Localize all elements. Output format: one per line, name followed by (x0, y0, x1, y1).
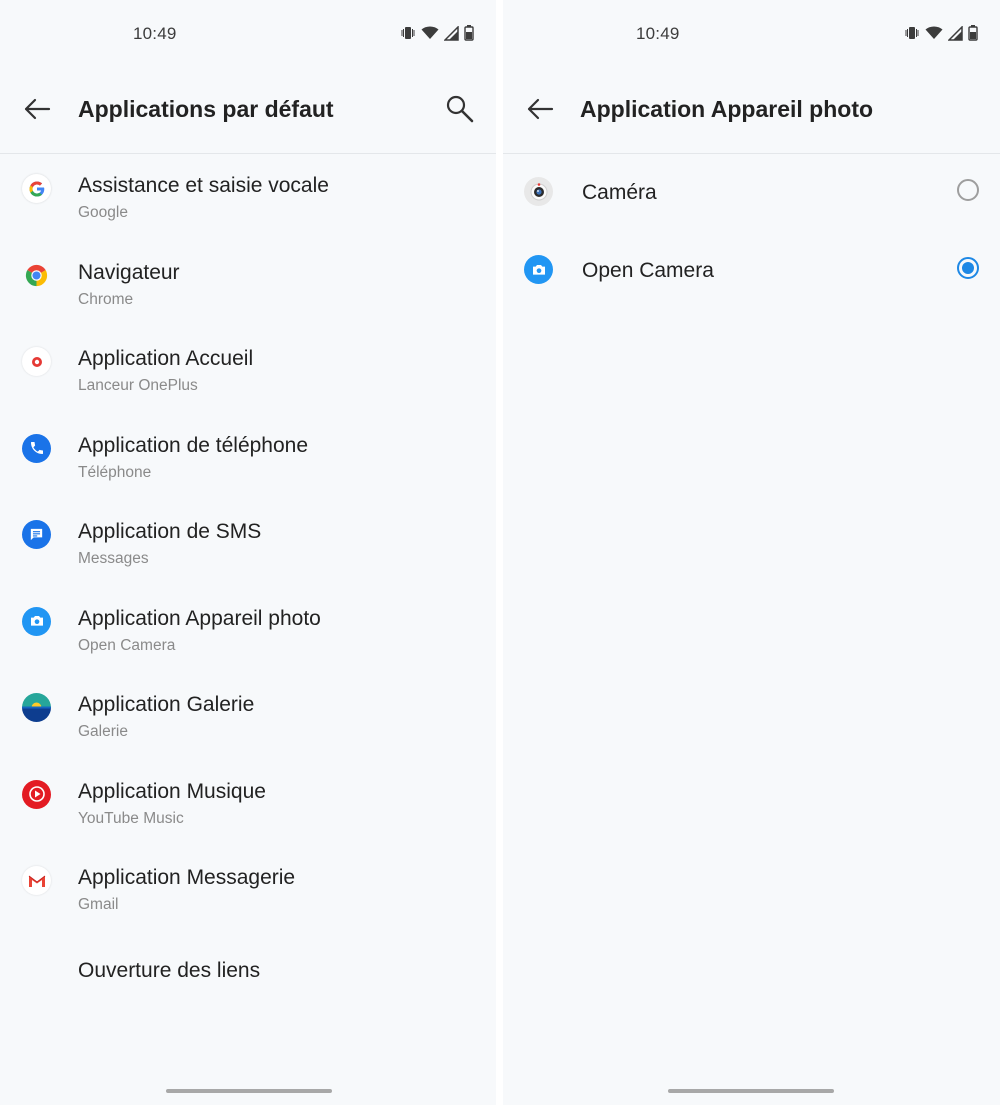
battery-icon (968, 25, 978, 41)
list-item-opening-links[interactable]: Ouverture des liens (0, 933, 496, 1019)
option-label: Caméra (582, 181, 657, 204)
google-icon (22, 174, 51, 203)
battery-icon (464, 25, 474, 41)
radio-button-open-camera[interactable] (957, 257, 979, 279)
list-item-voice-assist[interactable]: Assistance et saisie vocale Google (0, 154, 496, 241)
status-time: 10:49 (636, 24, 680, 43)
oneplus-launcher-icon (22, 347, 51, 376)
signal-icon (948, 25, 963, 41)
gmail-icon (22, 866, 51, 895)
phone-icon (22, 433, 51, 463)
vibrate-icon (904, 25, 920, 41)
wifi-icon (421, 26, 439, 40)
camera-app-screen: 10:49 Application Appareil photo Caméra … (503, 0, 1000, 1105)
gesture-nav-handle[interactable] (166, 1089, 332, 1093)
vibrate-icon (400, 25, 416, 41)
app-bar: Applications par défaut (0, 66, 496, 154)
list-item-title: Ouverture des liens (78, 958, 261, 982)
search-button[interactable] (442, 93, 478, 129)
list-item-title: Navigateur (78, 260, 180, 284)
youtube-music-icon (22, 779, 51, 809)
back-button[interactable] (20, 94, 54, 128)
list-item-sms-app[interactable]: Application de SMS Messages (0, 500, 496, 587)
list-item-title: Application Accueil (78, 347, 254, 370)
gallery-icon (22, 693, 51, 722)
option-label: Open Camera (582, 259, 714, 282)
list-item-subtitle: Téléphone (78, 463, 152, 481)
page-title: Application Appareil photo (580, 96, 874, 122)
list-item-subtitle: Galerie (78, 723, 128, 740)
list-item-title: Application de SMS (78, 520, 262, 543)
list-item-title: Assistance et saisie vocale (78, 174, 329, 197)
list-item-subtitle: Google (78, 204, 128, 221)
messages-icon (22, 520, 51, 549)
option-camera[interactable]: Caméra (503, 154, 1000, 232)
signal-icon (444, 25, 459, 41)
list-item-subtitle: Messages (78, 550, 149, 567)
radio-button-camera[interactable] (957, 179, 979, 201)
list-item-subtitle: Gmail (78, 896, 119, 913)
status-bar: 10:49 (0, 0, 496, 66)
list-item-title: Application Galerie (78, 693, 255, 716)
wifi-icon (925, 26, 943, 40)
app-bar: Application Appareil photo (503, 66, 1000, 154)
list-item-mail-app[interactable]: Application Messagerie Gmail (0, 846, 496, 933)
list-item-subtitle: YouTube Music (78, 809, 184, 827)
list-item-title: Application Appareil photo (78, 606, 321, 630)
list-item-home-app[interactable]: Application Accueil Lanceur OnePlus (0, 327, 496, 414)
list-item-phone-app[interactable]: Application de téléphone Téléphone (0, 414, 496, 501)
list-item-music-app[interactable]: Application Musique YouTube Music (0, 760, 496, 847)
list-item-camera-app[interactable]: Application Appareil photo Open Camera (0, 587, 496, 674)
back-button[interactable] (523, 94, 557, 128)
arrow-back-icon (526, 98, 554, 125)
list-item-browser[interactable]: Navigateur Chrome (0, 241, 496, 328)
search-icon (445, 94, 475, 129)
chrome-icon (22, 261, 51, 290)
arrow-back-icon (23, 98, 51, 125)
camera-icon (22, 606, 51, 636)
oneplus-camera-icon (524, 177, 553, 206)
page-title: Applications par défaut (78, 96, 334, 122)
list-item-title: Application Musique (78, 779, 266, 803)
list-item-title: Application Messagerie (78, 866, 296, 889)
status-time: 10:49 (133, 24, 177, 43)
option-open-camera[interactable]: Open Camera (503, 232, 1000, 310)
gesture-nav-handle[interactable] (668, 1089, 834, 1093)
list-item-subtitle: Chrome (78, 290, 134, 308)
list-item-title: Application de téléphone (78, 433, 309, 457)
list-item-gallery-app[interactable]: Application Galerie Galerie (0, 673, 496, 760)
default-apps-list: Assistance et saisie vocale Google Navig… (0, 154, 496, 1019)
open-camera-icon (524, 255, 553, 284)
default-apps-screen: 10:49 Applications par défaut Assistance… (0, 0, 496, 1105)
list-item-subtitle: Lanceur OnePlus (78, 377, 198, 394)
list-item-subtitle: Open Camera (78, 636, 176, 654)
status-bar: 10:49 (503, 0, 1000, 66)
